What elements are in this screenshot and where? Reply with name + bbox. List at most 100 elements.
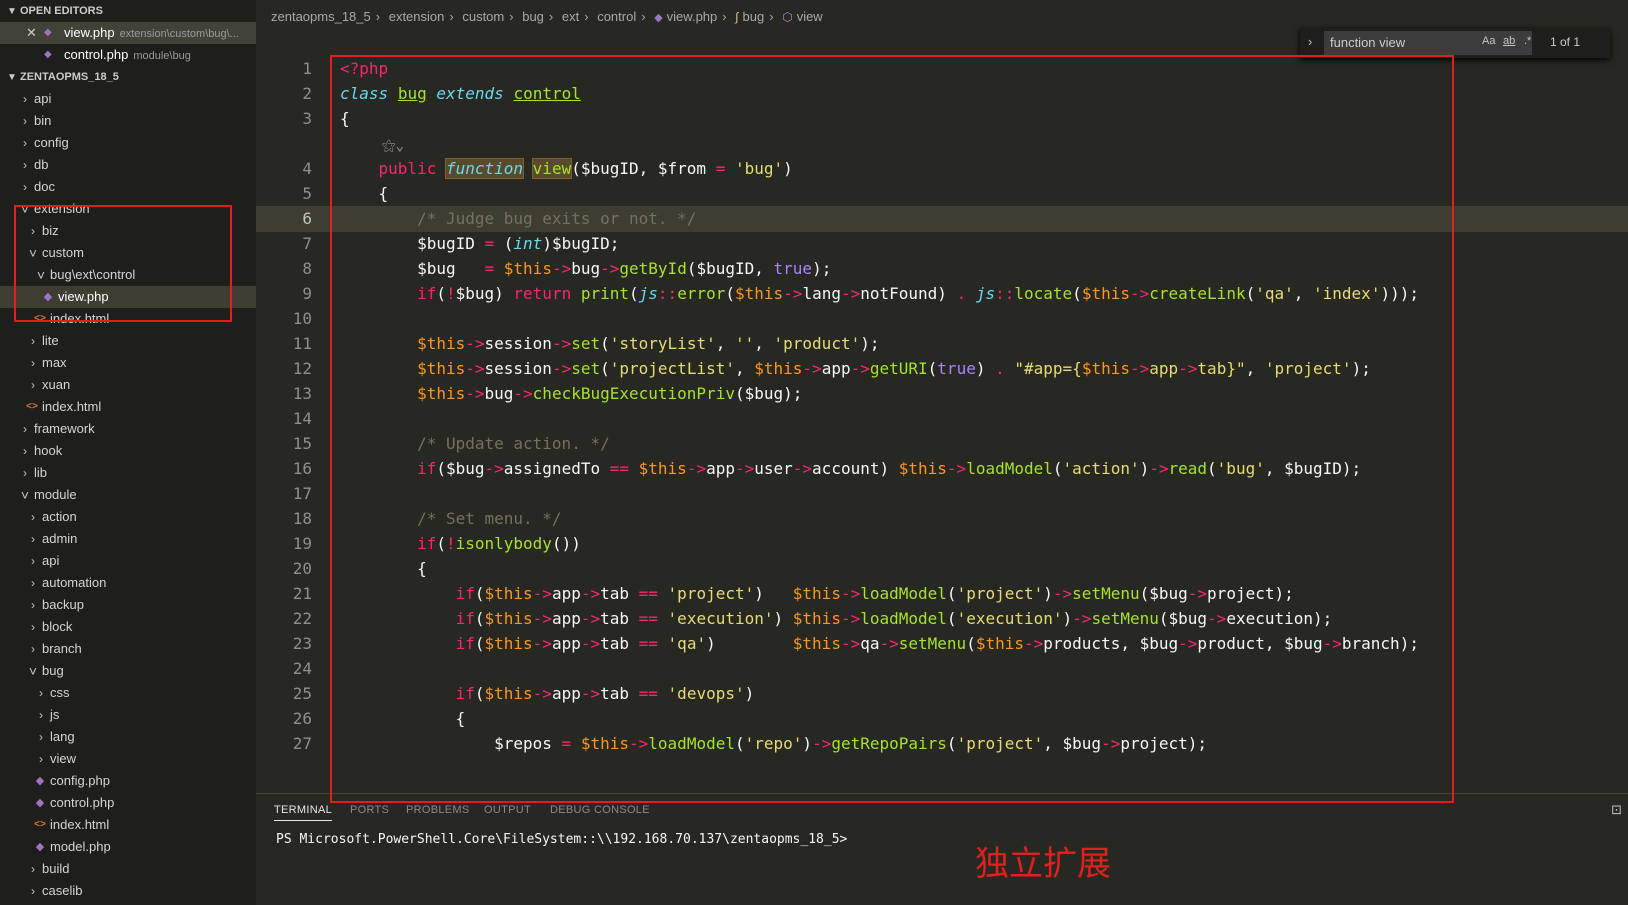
tree-folder[interactable]: › css (0, 682, 256, 704)
code-line[interactable]: 4 public function view($bugID, $from = '… (256, 156, 1628, 182)
tree-folder[interactable]: › framework (0, 418, 256, 440)
breadcrumb-item[interactable]: bug (522, 9, 544, 24)
breadcrumb-item[interactable]: extension (389, 9, 445, 24)
terminal-prompt[interactable]: PS Microsoft.PowerShell.Core\FileSystem:… (276, 832, 847, 847)
code-line[interactable]: 13 $this->bug->checkBugExecutionPriv($bu… (256, 381, 1628, 407)
tree-folder[interactable]: › config (0, 132, 256, 154)
close-icon[interactable]: ✕ (26, 22, 37, 44)
tree-folder[interactable]: › api (0, 550, 256, 572)
code-line[interactable]: 12 $this->session->set('projectList', $t… (256, 356, 1628, 382)
match-case-icon[interactable]: Aa (1482, 35, 1495, 47)
code-line[interactable]: 1 <?php (256, 58, 1628, 82)
code-line[interactable]: 3{ (256, 106, 1628, 132)
code-line[interactable]: 8 $bug = $this->bug->getById($bugID, tru… (256, 256, 1628, 282)
tab-ports[interactable]: PORTS (350, 804, 389, 816)
tree-folder[interactable]: › automation (0, 572, 256, 594)
code-line[interactable]: 10 (256, 306, 1628, 332)
tree-folder[interactable]: ˅ custom (0, 242, 256, 264)
tree-folder[interactable]: › js (0, 704, 256, 726)
regex-icon[interactable]: .* (1524, 35, 1531, 47)
code-token: $bug) (455, 284, 514, 303)
code-line[interactable]: 16 if($bug->assignedTo == $this->app->us… (256, 456, 1628, 482)
tree-file[interactable]: ◆ view.php (0, 286, 256, 308)
tree-folder[interactable]: › api (0, 88, 256, 110)
code-line[interactable]: 15 /* Update action. */ (256, 431, 1628, 457)
code-line[interactable]: 17 (256, 481, 1628, 507)
code-line[interactable]: 5 { (256, 181, 1628, 207)
find-input[interactable]: function view (1324, 31, 1532, 55)
tree-folder[interactable]: › xuan (0, 374, 256, 396)
breadcrumb-item[interactable]: ext (562, 9, 579, 24)
tree-folder[interactable]: › db (0, 154, 256, 176)
code-line[interactable]: 21 if($this->app->tab == 'project') $thi… (256, 581, 1628, 607)
code-token: /* Update action. */ (417, 434, 610, 453)
code-token: ! (445, 284, 456, 303)
tree-file[interactable]: <> index.html (0, 814, 256, 836)
tree-folder[interactable]: › lite (0, 330, 256, 352)
tree-folder[interactable]: › biz (0, 220, 256, 242)
code-line[interactable]: 19 if(!isonlybody()) (256, 531, 1628, 557)
code-token: 'bug' (1216, 459, 1265, 478)
tab-problems[interactable]: PROBLEMS (406, 804, 470, 816)
chevron-right-icon[interactable]: › (1308, 34, 1312, 49)
code-line[interactable]: 20 { (256, 556, 1628, 582)
tree-file[interactable]: ◆ config.php (0, 770, 256, 792)
tab-output[interactable]: OUTPUT (484, 804, 531, 816)
breadcrumb-item[interactable]: custom (462, 9, 504, 24)
open-editor-control-php[interactable]: ◆ control.php module\bug (0, 44, 256, 66)
breadcrumb-item[interactable]: zentaopms_18_5 (271, 9, 371, 24)
code-line[interactable]: 24 (256, 656, 1628, 682)
tree-folder[interactable]: › doc (0, 176, 256, 198)
tree-folder[interactable]: › branch (0, 638, 256, 660)
tree-folder[interactable]: › lang (0, 726, 256, 748)
tree-folder[interactable]: › lib (0, 462, 256, 484)
tree-file[interactable]: ◆ control.php (0, 792, 256, 814)
code-line[interactable]: 27 $repos = $this->loadModel('repo')->ge… (256, 731, 1628, 757)
tree-folder[interactable]: ˅ bug (0, 660, 256, 682)
breadcrumb-item[interactable]: bug (743, 9, 765, 24)
code-line[interactable]: ⚝⌄ (256, 131, 1628, 157)
tree-folder[interactable]: ˅ bug\ext\control (0, 264, 256, 286)
workspace-header[interactable]: ▼ ZENTAOPMS_18_5 (0, 66, 256, 88)
code-line[interactable]: 9 if(!$bug) return print(js::error($this… (256, 281, 1628, 307)
code-line[interactable]: 7 $bugID = (int)$bugID; (256, 231, 1628, 257)
breadcrumb-item[interactable]: view.php (667, 9, 718, 24)
code-token: if (417, 284, 437, 303)
tree-folder[interactable]: › bin (0, 110, 256, 132)
code-line[interactable]: 14 (256, 406, 1628, 432)
code-editor[interactable]: 1 <?php 2 class bug extends control 3{⚝⌄ 4 pu… (256, 58, 1628, 793)
code-line[interactable]: 22 if($this->app->tab == 'execution') $t… (256, 606, 1628, 632)
match-word-icon[interactable]: ab (1503, 35, 1515, 47)
tab-terminal[interactable]: TERMINAL (274, 804, 333, 821)
tree-file[interactable]: <> index.html (0, 396, 256, 418)
tab-debug-console[interactable]: DEBUG CONSOLE (550, 804, 650, 816)
chevron-right-icon: › (39, 708, 43, 722)
code-line[interactable]: 2 class bug extends control (256, 81, 1628, 107)
code-line[interactable]: 25 if($this->app->tab == 'devops') (256, 681, 1628, 707)
tree-folder[interactable]: › view (0, 748, 256, 770)
tree-folder[interactable]: › action (0, 506, 256, 528)
tree-folder[interactable]: ˅ module (0, 484, 256, 506)
tree-folder[interactable]: › backup (0, 594, 256, 616)
breadcrumb-item[interactable]: view (797, 9, 823, 24)
tree-folder[interactable]: › block (0, 616, 256, 638)
tree-file[interactable]: <> index.html (0, 308, 256, 330)
tree-folder[interactable]: › hook (0, 440, 256, 462)
tree-folder[interactable]: › build (0, 858, 256, 880)
code-line[interactable]: 6 /* Judge bug exits or not. */ (256, 206, 1628, 232)
tree-folder[interactable]: › max (0, 352, 256, 374)
code-token: == (638, 684, 658, 703)
tree-folder[interactable]: › admin (0, 528, 256, 550)
code-line[interactable]: 18 /* Set menu. */ (256, 506, 1628, 532)
code-line[interactable]: 11 $this->session->set('storyList', '', … (256, 331, 1628, 357)
tree-file[interactable]: ◆ model.php (0, 836, 256, 858)
tree-folder[interactable]: ˅ extension (0, 198, 256, 220)
open-editors-header[interactable]: ▼ OPEN EDITORS (0, 0, 256, 22)
code-line[interactable]: 26 { (256, 706, 1628, 732)
tree-folder[interactable]: › caselib (0, 880, 256, 902)
open-editor-view-php[interactable]: ✕ ◆ view.php extension\custom\bug\... (0, 22, 256, 44)
code-line[interactable]: 23 if($this->app->tab == 'qa') $this->qa… (256, 631, 1628, 657)
terminal-icon[interactable]: ⊡ (1611, 802, 1622, 818)
breadcrumb-item[interactable]: control (597, 9, 636, 24)
